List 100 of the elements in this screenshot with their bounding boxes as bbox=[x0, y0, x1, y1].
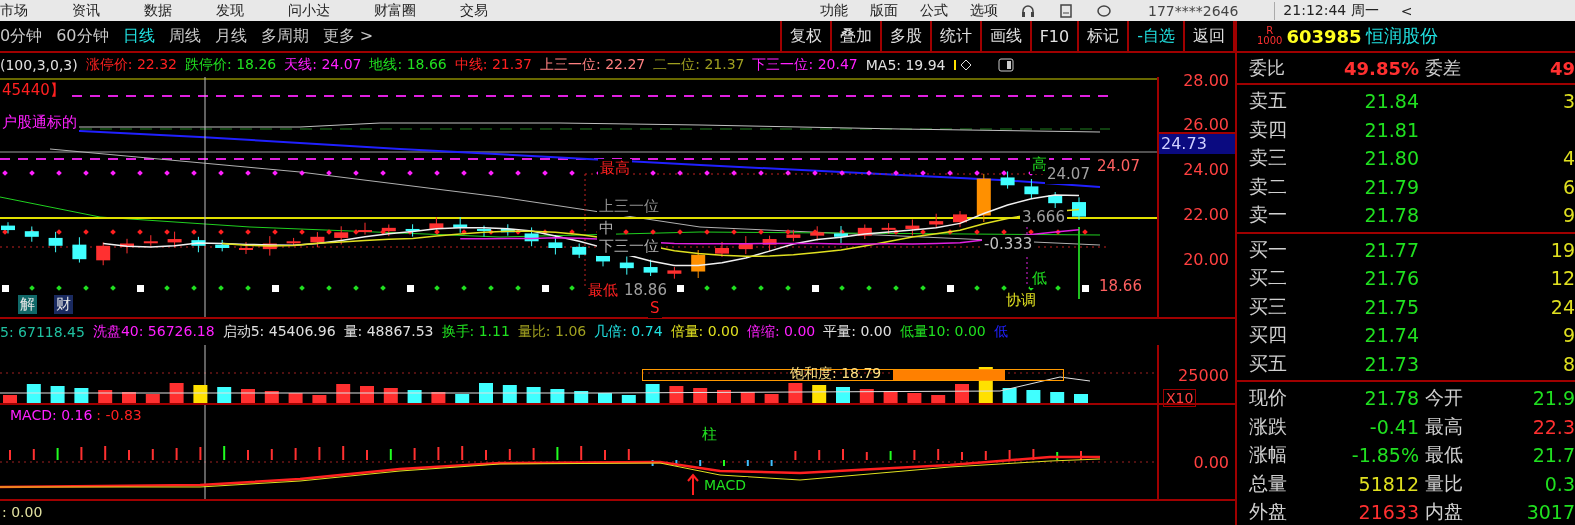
document-icon[interactable] bbox=[1058, 2, 1074, 19]
candle bbox=[72, 236, 87, 264]
macd-bar bbox=[175, 447, 178, 461]
indicator-value: 涨停价: 22.32 bbox=[85, 56, 177, 74]
menu-item[interactable]: 公式 bbox=[920, 1, 948, 20]
indicator-value: 跌停价: 18.26 bbox=[184, 56, 277, 74]
candle bbox=[358, 222, 372, 236]
indicator-value: 地线: 18.66 bbox=[369, 56, 447, 74]
ratio-value: 49.85% bbox=[1343, 57, 1419, 79]
bid-volume: 9 bbox=[1561, 324, 1575, 347]
menu-item[interactable]: 数据 bbox=[144, 1, 172, 20]
chart-label: 协调 bbox=[1004, 291, 1038, 310]
macd-bar bbox=[556, 446, 559, 461]
macd-bar bbox=[389, 448, 392, 461]
bid-label: 买四 bbox=[1248, 322, 1288, 348]
menu-item[interactable]: 财富圈 bbox=[374, 1, 416, 20]
candle bbox=[1072, 196, 1086, 221]
volume-bar bbox=[479, 383, 493, 403]
stat-value: 22.3 bbox=[1531, 415, 1575, 438]
ask-label: 卖二 bbox=[1248, 173, 1288, 199]
message-icon[interactable] bbox=[1096, 2, 1112, 19]
candle bbox=[572, 243, 587, 259]
stat-label: 今开 bbox=[1424, 385, 1464, 411]
diff-value: 49 bbox=[1548, 57, 1575, 79]
bid-price: 21.74 bbox=[1363, 324, 1419, 347]
menu-item[interactable]: 资讯 bbox=[72, 1, 100, 20]
macd-bar bbox=[532, 447, 535, 461]
stat-label: 最低 bbox=[1424, 442, 1464, 468]
macd-bar bbox=[223, 445, 226, 461]
candle bbox=[810, 225, 825, 242]
macd-bar bbox=[1008, 449, 1011, 461]
volume-bar bbox=[598, 393, 612, 403]
ask-price: 21.79 bbox=[1363, 175, 1419, 198]
menu-item[interactable]: 发现 bbox=[216, 1, 244, 20]
menu-item[interactable]: 交易 bbox=[460, 1, 488, 20]
bid-label: 买二 bbox=[1248, 265, 1288, 291]
badge-number: 1000 bbox=[1257, 36, 1283, 46]
stat-value: 21.78 bbox=[1363, 387, 1419, 410]
chart-label: 高 bbox=[1030, 155, 1049, 174]
period-tab[interactable]: 0分钟 bbox=[0, 25, 43, 47]
period-tab[interactable]: 多周期 bbox=[260, 25, 309, 47]
candle bbox=[762, 235, 777, 252]
period-tab[interactable]: 60分钟 bbox=[56, 25, 109, 47]
ask-volume: 9 bbox=[1561, 204, 1575, 227]
back-button[interactable]: < bbox=[1400, 2, 1413, 19]
ask-volume: 6 bbox=[1561, 175, 1575, 198]
candle bbox=[405, 223, 420, 238]
macd-bar bbox=[318, 446, 321, 461]
headset-icon[interactable] bbox=[1020, 2, 1036, 19]
chart-label: 下三一位 bbox=[597, 237, 661, 256]
candle bbox=[738, 235, 753, 255]
ask-volume: 4 bbox=[1561, 147, 1575, 170]
period-tab[interactable]: 日线 bbox=[122, 25, 155, 47]
volume-bar bbox=[169, 383, 184, 403]
candle bbox=[667, 266, 682, 280]
candle bbox=[167, 231, 182, 248]
price-axis-label: 22.00 bbox=[1183, 204, 1229, 224]
menu-item[interactable]: 选项 bbox=[970, 1, 998, 20]
indicator-value: 天线: 24.07 bbox=[284, 56, 362, 74]
stat-value: 0.3 bbox=[1543, 472, 1575, 495]
ask-price: 21.80 bbox=[1363, 147, 1419, 170]
menu-item[interactable]: 版面 bbox=[870, 1, 898, 20]
volume-bar bbox=[788, 383, 803, 403]
clock: 21:12:44 周一 bbox=[1274, 1, 1379, 20]
indicator-value: 中线: 21.37 bbox=[454, 56, 532, 74]
panel-toggle-icon[interactable] bbox=[997, 58, 1014, 72]
price-axis-label: 28.00 bbox=[1183, 70, 1229, 90]
period-tab[interactable]: 更多 > bbox=[322, 25, 374, 47]
macd-bar bbox=[151, 448, 154, 461]
ask-price: 21.81 bbox=[1363, 118, 1419, 141]
scale-label: X10 bbox=[1163, 389, 1197, 407]
period-tab[interactable]: 周线 bbox=[168, 25, 201, 47]
stat-label: 现价 bbox=[1248, 385, 1288, 411]
bid-price: 21.77 bbox=[1363, 238, 1419, 261]
menu-item[interactable]: 市场 bbox=[0, 1, 28, 20]
menu-item[interactable]: 功能 bbox=[820, 1, 848, 20]
current-price-tag: 24.73 bbox=[1159, 132, 1235, 154]
stock-name: 恒润股份 bbox=[1365, 24, 1438, 48]
stat-value: 21633 bbox=[1357, 501, 1419, 524]
indicator-value: 低 bbox=[993, 323, 1008, 341]
macd-bar bbox=[199, 446, 202, 461]
volume-bar bbox=[955, 384, 969, 403]
menu-item[interactable]: 问小达 bbox=[288, 1, 330, 20]
candle bbox=[929, 213, 944, 229]
ask-volume: 3 bbox=[1561, 90, 1575, 113]
indicator-value: 5: 67118.45 bbox=[0, 324, 85, 340]
macd-bar bbox=[889, 450, 892, 461]
indicator-value: 下三一位: 20.47 bbox=[752, 56, 858, 74]
macd-bar bbox=[913, 449, 916, 461]
candle bbox=[881, 222, 896, 235]
volume-bar bbox=[431, 392, 446, 403]
ask-price: 21.84 bbox=[1363, 90, 1419, 113]
price-axis-label: 24.00 bbox=[1183, 159, 1229, 179]
stat-value: 21.7 bbox=[1531, 444, 1575, 467]
macd-axis-label: 0.00 bbox=[1193, 452, 1229, 472]
indicator-value: 量比: 1.06 bbox=[517, 323, 587, 341]
candle bbox=[834, 225, 848, 244]
bar-label: 柱 bbox=[700, 425, 719, 444]
period-tab[interactable]: 月线 bbox=[214, 25, 247, 47]
stat-label: 涨幅 bbox=[1248, 442, 1288, 468]
